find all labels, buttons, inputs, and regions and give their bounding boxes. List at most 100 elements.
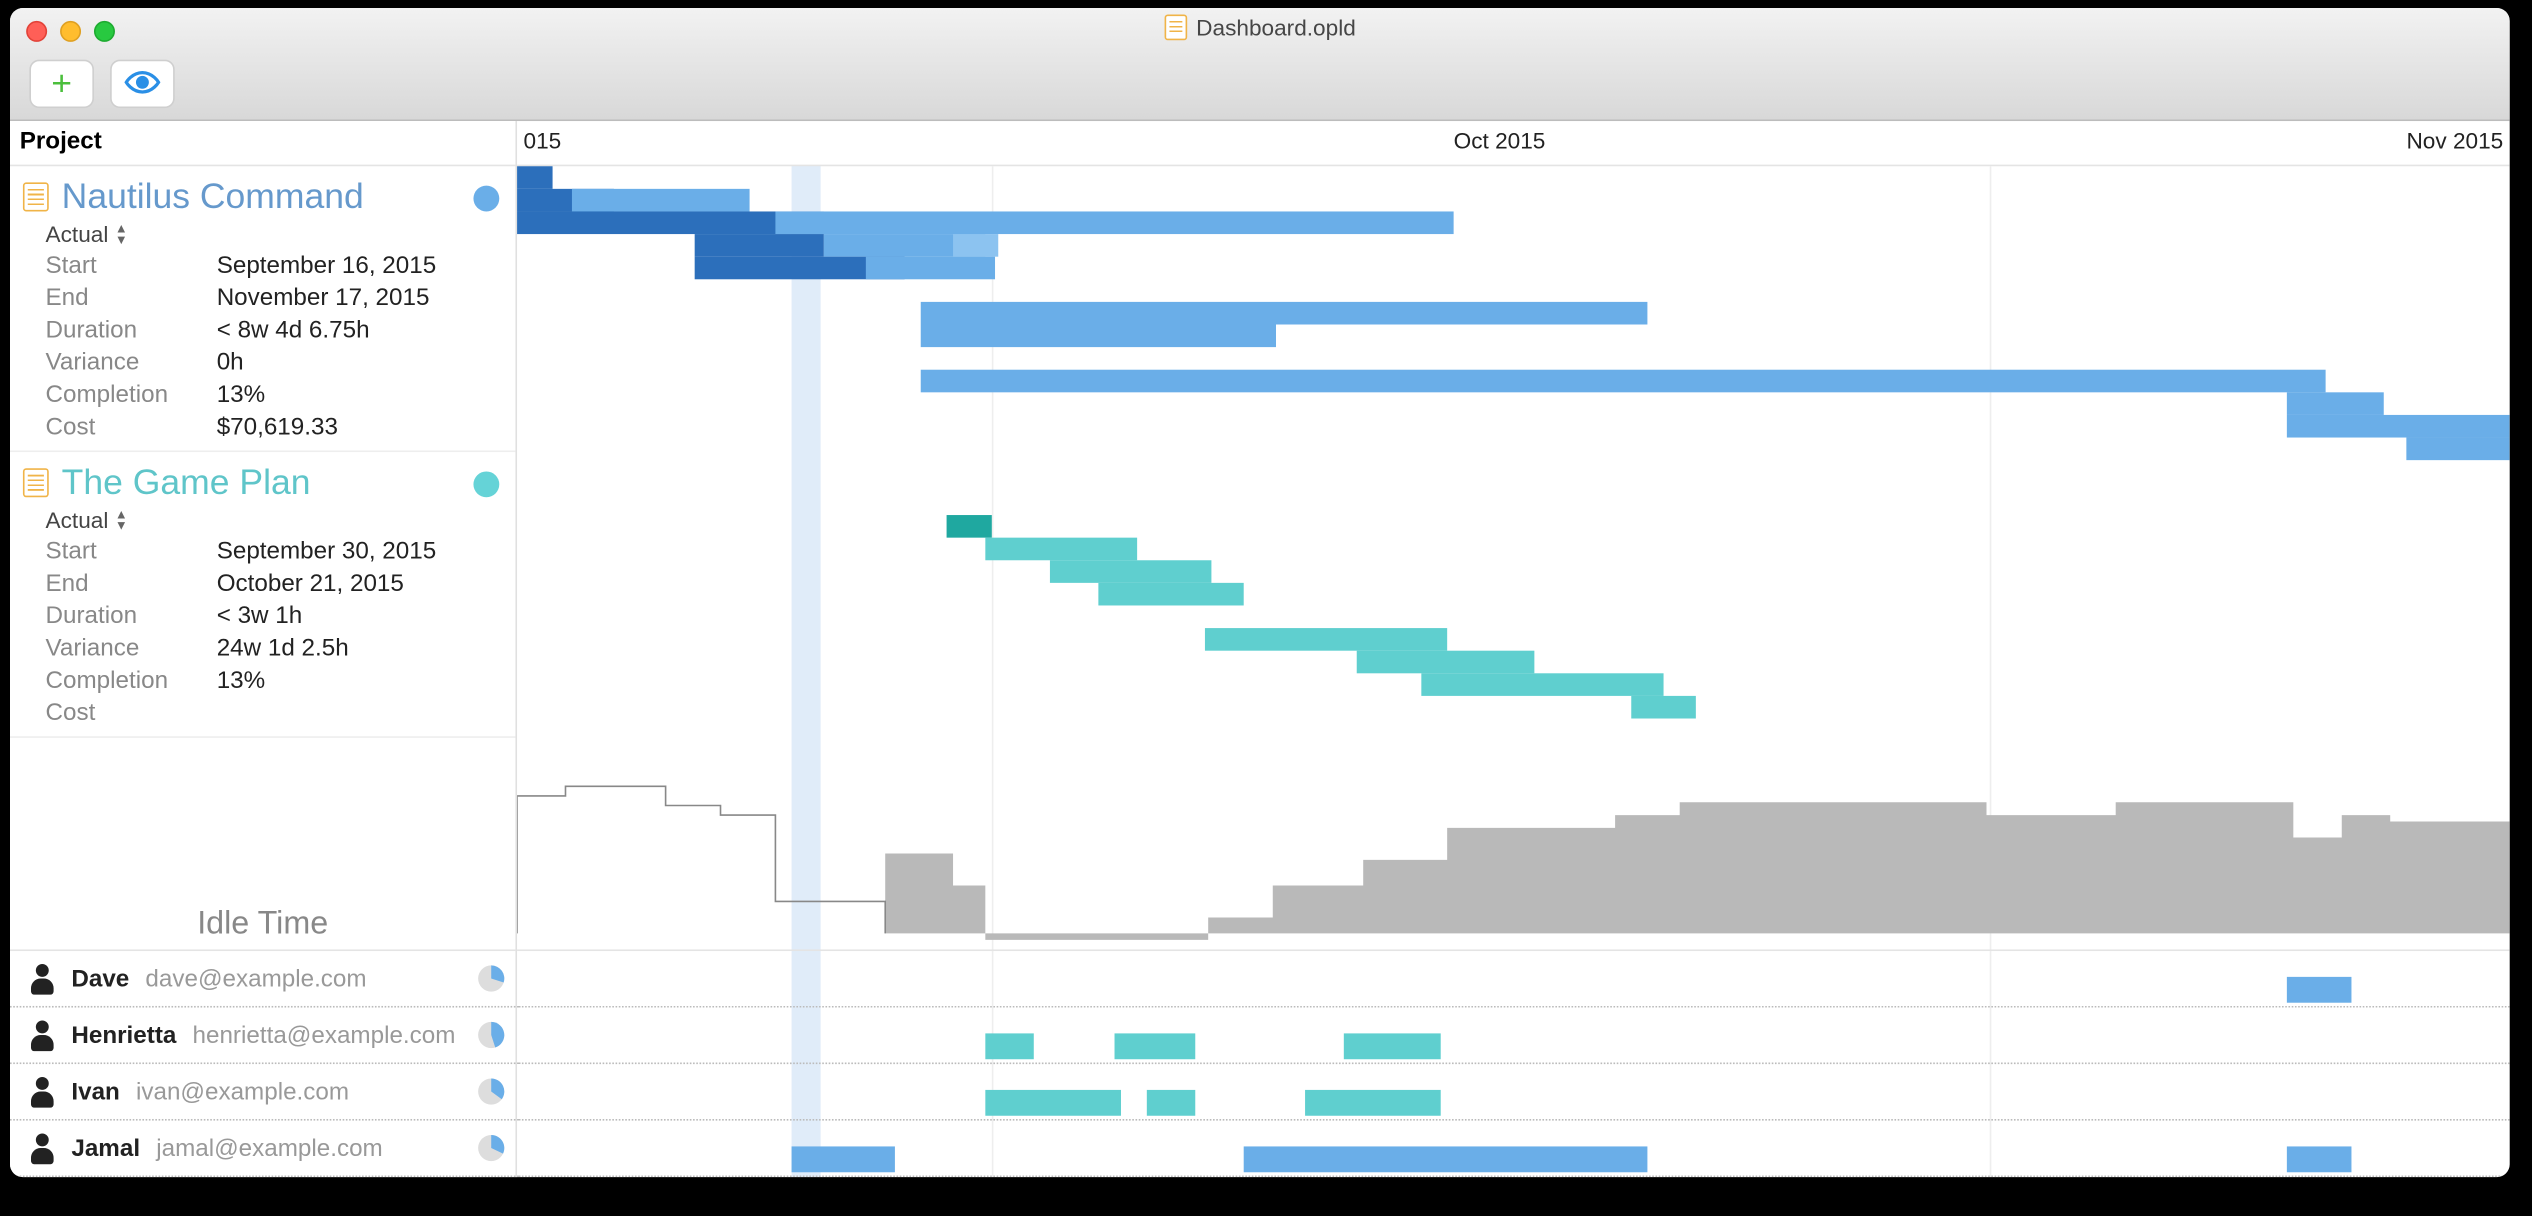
- detail-value: 13%: [217, 667, 265, 694]
- document-icon: [23, 468, 49, 497]
- resource-email: dave@example.com: [145, 965, 366, 992]
- detail-label: End: [46, 570, 217, 597]
- project-color-dot: [473, 186, 499, 212]
- detail-label: Start: [46, 252, 217, 279]
- mode-label: Actual: [46, 507, 109, 533]
- gantt-bar[interactable]: [2287, 392, 2384, 415]
- resource-bar[interactable]: [2287, 977, 2352, 1003]
- detail-row: Completion 13%: [46, 381, 503, 408]
- gantt-bar[interactable]: [947, 515, 992, 538]
- detail-row: Cost $70,619.33: [46, 413, 503, 440]
- gantt-bar[interactable]: [921, 302, 1648, 325]
- toolbar: +: [29, 60, 174, 108]
- detail-value: < 3w 1h: [217, 602, 303, 629]
- gantt-bar[interactable]: [921, 370, 2326, 393]
- titlebar: Dashboard.opld +: [10, 8, 2510, 121]
- column-header-project[interactable]: Project: [10, 121, 515, 166]
- detail-label: Completion: [46, 667, 217, 694]
- timeline[interactable]: 015 Oct 2015 Nov 2015: [517, 121, 2510, 1177]
- resource-bar[interactable]: [985, 1033, 1033, 1059]
- resource-row[interactable]: Jamal jamal@example.com: [10, 1121, 515, 1178]
- view-button[interactable]: [110, 60, 175, 108]
- timeline-tick: Oct 2015: [1454, 127, 1546, 153]
- resource-bar[interactable]: [1305, 1090, 1441, 1116]
- gantt-bar[interactable]: [1357, 651, 1535, 674]
- gantt-chart: [517, 166, 2510, 783]
- gantt-bar[interactable]: [866, 257, 995, 280]
- project-header: Nautilus Command: [23, 176, 503, 218]
- detail-row: Start September 30, 2015: [46, 538, 503, 565]
- resource-bar[interactable]: [1147, 1090, 1195, 1116]
- project-title[interactable]: Nautilus Command: [62, 176, 364, 218]
- utilization-pie-icon: [477, 1077, 506, 1106]
- detail-label: Variance: [46, 349, 217, 376]
- resource-bar[interactable]: [985, 1090, 1121, 1116]
- resource-bar[interactable]: [1115, 1033, 1196, 1059]
- idle-time-label: Idle Time: [10, 783, 515, 951]
- resource-bar[interactable]: [1344, 1033, 1441, 1059]
- gantt-bar[interactable]: [572, 189, 750, 212]
- detail-value: September 16, 2015: [217, 252, 437, 279]
- detail-label: End: [46, 284, 217, 311]
- mode-selector[interactable]: Actual ▲▼: [46, 221, 503, 247]
- gantt-bar[interactable]: [2406, 438, 2509, 461]
- stepper-icon[interactable]: ▲▼: [115, 223, 128, 246]
- project-block-gameplan[interactable]: The Game Plan Actual ▲▼ Start September …: [10, 452, 515, 738]
- detail-label: Cost: [46, 699, 217, 726]
- gantt-bar[interactable]: [2287, 415, 2510, 438]
- detail-label: Variance: [46, 635, 217, 662]
- person-icon: [29, 964, 55, 993]
- resource-row[interactable]: Dave dave@example.com: [10, 951, 515, 1008]
- detail-row: Variance 24w 1d 2.5h: [46, 635, 503, 662]
- stepper-icon[interactable]: ▲▼: [115, 509, 128, 532]
- project-block-nautilus[interactable]: Nautilus Command Actual ▲▼ Start Septemb…: [10, 166, 515, 452]
- gantt-bar[interactable]: [921, 325, 1276, 348]
- plus-icon: +: [51, 66, 72, 102]
- resource-bar[interactable]: [2287, 1146, 2352, 1172]
- person-icon: [29, 1077, 55, 1106]
- eye-icon: [123, 62, 162, 106]
- add-button[interactable]: +: [29, 60, 94, 108]
- resource-bar[interactable]: [792, 1146, 895, 1172]
- detail-label: Cost: [46, 413, 217, 440]
- detail-row: Duration < 3w 1h: [46, 602, 503, 629]
- project-color-dot: [473, 471, 499, 497]
- detail-value: 24w 1d 2.5h: [217, 635, 349, 662]
- utilization-pie-icon: [477, 1134, 506, 1163]
- resource-row[interactable]: Henrietta henrietta@example.com: [10, 1008, 515, 1065]
- resource-bar[interactable]: [1244, 1146, 1648, 1172]
- gantt-bar[interactable]: [775, 211, 1453, 234]
- gantt-bar[interactable]: [953, 234, 998, 257]
- detail-row: Completion 13%: [46, 667, 503, 694]
- gantt-bar[interactable]: [517, 166, 553, 189]
- detail-value: October 21, 2015: [217, 570, 404, 597]
- detail-label: Duration: [46, 316, 217, 343]
- detail-value: < 8w 4d 6.75h: [217, 316, 370, 343]
- detail-row: Start September 16, 2015: [46, 252, 503, 279]
- mode-selector[interactable]: Actual ▲▼: [46, 507, 503, 533]
- timeline-tick: 015: [524, 127, 562, 153]
- document-icon: [23, 182, 49, 211]
- window-title: Dashboard.opld: [10, 14, 2510, 40]
- resources-list: Dave dave@example.com Henrietta henriett…: [10, 951, 515, 1177]
- gantt-bar[interactable]: [1631, 696, 1696, 719]
- resource-name: Ivan: [71, 1078, 119, 1105]
- resource-chart-row: [517, 951, 2510, 1008]
- gantt-bar[interactable]: [1050, 560, 1211, 583]
- gantt-bar[interactable]: [1098, 583, 1243, 606]
- gantt-bar[interactable]: [985, 538, 1137, 561]
- gantt-bar[interactable]: [1205, 628, 1447, 651]
- timeline-tick: Nov 2015: [2406, 127, 2503, 153]
- project-title[interactable]: The Game Plan: [62, 462, 311, 504]
- resource-email: jamal@example.com: [156, 1134, 383, 1161]
- detail-value: September 30, 2015: [217, 538, 437, 565]
- detail-value: $70,619.33: [217, 413, 338, 440]
- detail-label: Completion: [46, 381, 217, 408]
- mode-label: Actual: [46, 221, 109, 247]
- gantt-bar[interactable]: [695, 234, 824, 257]
- detail-value: 13%: [217, 381, 265, 408]
- detail-row: Cost: [46, 699, 503, 726]
- gantt-bar[interactable]: [1421, 673, 1663, 696]
- resource-row[interactable]: Ivan ivan@example.com: [10, 1064, 515, 1121]
- project-header: The Game Plan: [23, 462, 503, 504]
